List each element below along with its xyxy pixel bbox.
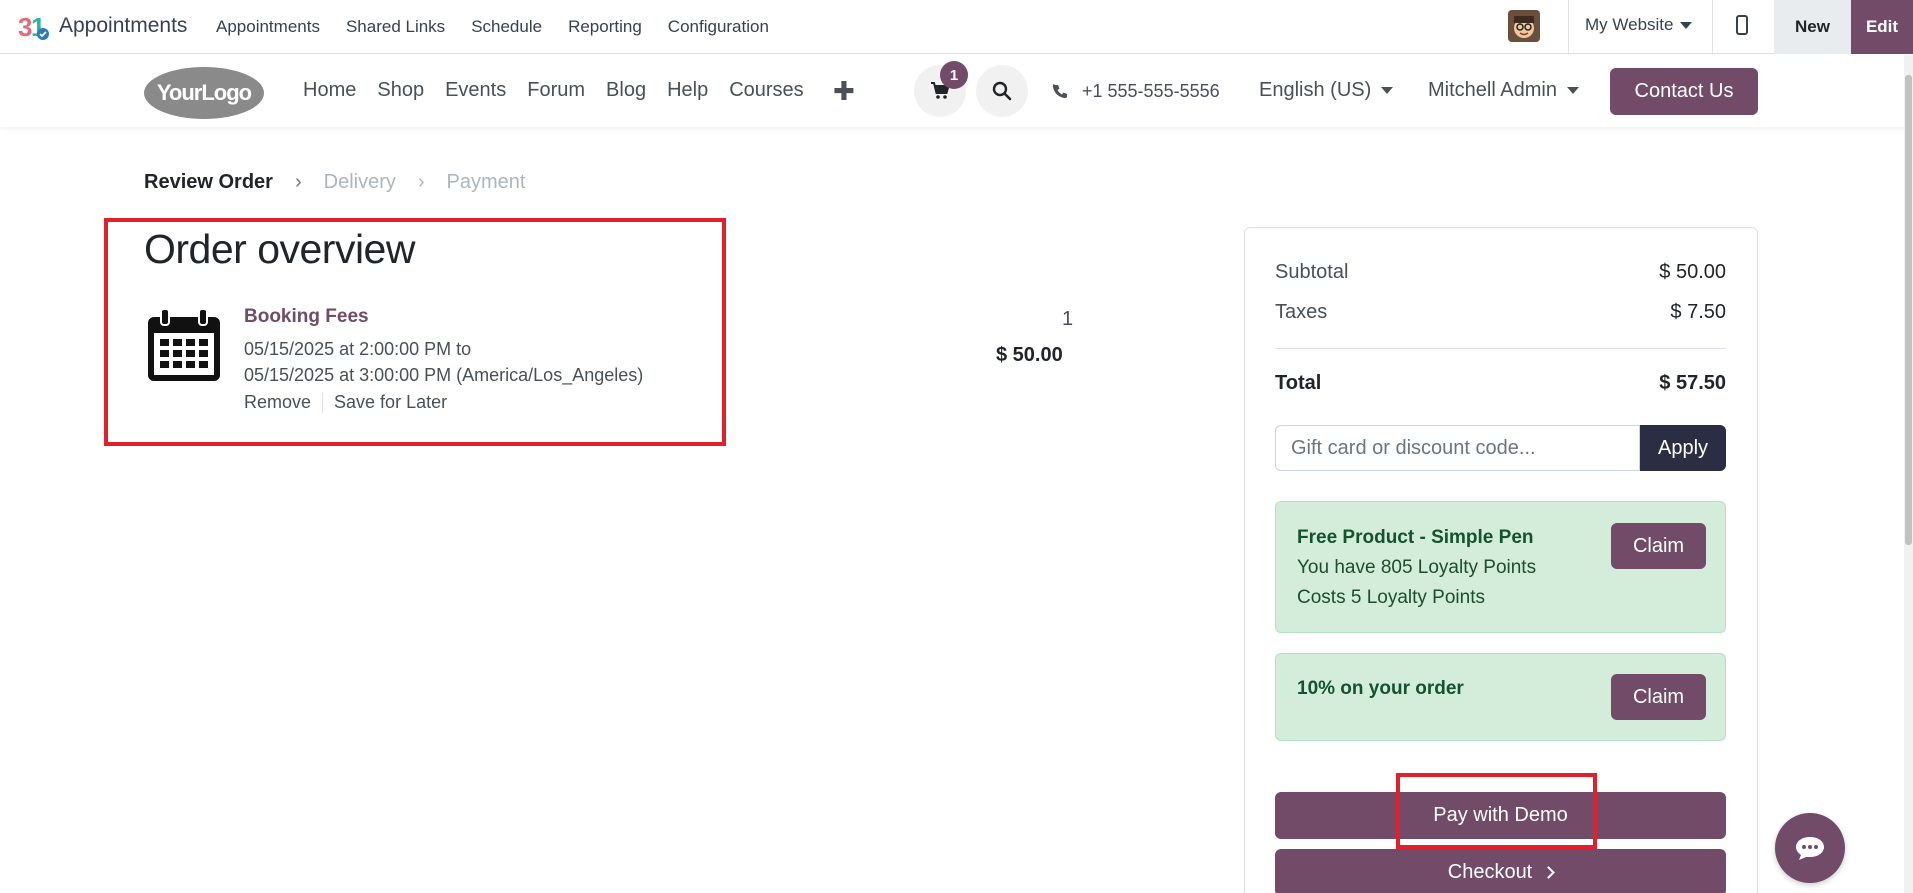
caret-down-icon — [1381, 87, 1394, 95]
claim-button[interactable]: Claim — [1611, 523, 1706, 569]
nav-home[interactable]: Home — [303, 79, 356, 102]
nav-courses[interactable]: Courses — [729, 79, 803, 102]
menu-configuration[interactable]: Configuration — [668, 17, 769, 37]
chevron-right-icon: › — [294, 171, 302, 193]
search-icon — [992, 81, 1012, 101]
taxes-label: Taxes — [1275, 301, 1328, 323]
language-selector[interactable]: English (US) — [1259, 79, 1394, 102]
divider — [1568, 0, 1569, 54]
claim-button[interactable]: Claim — [1611, 674, 1706, 720]
step-payment: Payment — [446, 171, 526, 193]
phone-link[interactable]: +1 555-555-5556 — [1052, 81, 1220, 102]
add-menu-plus-icon[interactable]: ✚ — [833, 76, 855, 107]
divider — [1712, 0, 1713, 54]
user-name: Mitchell Admin — [1428, 79, 1557, 101]
nav-help[interactable]: Help — [667, 79, 708, 102]
menu-reporting[interactable]: Reporting — [568, 17, 642, 37]
checkout-button[interactable]: Checkout — [1275, 849, 1726, 893]
chevron-right-icon: › — [417, 171, 425, 193]
total-value: $ 57.50 — [1659, 372, 1726, 394]
step-review-order: Review Order — [144, 171, 273, 193]
search-button[interactable] — [976, 65, 1028, 117]
subtotal-label: Subtotal — [1275, 261, 1349, 283]
nav-links: Home Shop Events Forum Blog Help Courses — [303, 79, 825, 102]
avatar-face-icon — [1508, 10, 1540, 42]
scrollbar-thumb[interactable] — [1905, 75, 1912, 545]
contact-us-button[interactable]: Contact Us — [1610, 68, 1758, 115]
reward-title: Free Product - Simple Pen — [1297, 527, 1534, 548]
menu-schedule[interactable]: Schedule — [471, 17, 542, 37]
nav-forum[interactable]: Forum — [527, 79, 585, 102]
taxes-row: Taxes $ 7.50 — [1275, 301, 1726, 324]
chevron-right-icon — [1542, 866, 1556, 879]
checkout-label: Checkout — [1447, 861, 1533, 883]
reward-points-balance: You have 805 Loyalty Points — [1297, 557, 1537, 578]
nav-events[interactable]: Events — [445, 79, 506, 102]
discount-code-input[interactable]: Gift card or discount code... — [1275, 425, 1640, 471]
highlight-box — [1396, 773, 1597, 849]
checkout-steps: Review Order › Delivery › Payment — [144, 171, 525, 194]
menu-shared-links[interactable]: Shared Links — [346, 17, 445, 37]
quantity-value: 1 — [1062, 308, 1074, 330]
caret-down-icon — [1566, 87, 1579, 95]
site-logo[interactable]: YourLogo — [144, 67, 264, 119]
user-menu[interactable]: Mitchell Admin — [1428, 79, 1579, 102]
subtotal-row: Subtotal $ 50.00 — [1275, 261, 1726, 284]
chat-icon — [1796, 837, 1824, 860]
menu-appointments[interactable]: Appointments — [216, 17, 320, 37]
phone-icon — [1052, 83, 1067, 98]
live-chat-button[interactable] — [1775, 813, 1845, 883]
user-avatar[interactable] — [1508, 10, 1540, 42]
admin-menu: Appointments Shared Links Schedule Repor… — [216, 0, 795, 54]
app-title[interactable]: Appointments — [59, 14, 187, 38]
line-price: $ 50.00 — [996, 344, 1063, 366]
caret-down-icon — [1679, 22, 1692, 30]
edit-button[interactable]: Edit — [1851, 0, 1913, 54]
total-label: Total — [1275, 372, 1322, 394]
highlight-box — [104, 218, 726, 446]
reward-card-discount: 10% on your order Claim — [1275, 653, 1726, 741]
step-delivery: Delivery — [323, 171, 396, 193]
cart-count-badge: 1 — [940, 61, 968, 89]
reward-points-cost: Costs 5 Loyalty Points — [1297, 587, 1485, 608]
website-selector-label: My Website — [1585, 15, 1674, 34]
phone-number: +1 555-555-5556 — [1082, 81, 1220, 101]
website-selector[interactable]: My Website — [1585, 15, 1692, 35]
reward-title: 10% on your order — [1297, 678, 1464, 699]
new-button[interactable]: New — [1774, 0, 1851, 54]
subtotal-value: $ 50.00 — [1659, 261, 1726, 283]
taxes-value: $ 7.50 — [1670, 301, 1726, 323]
appointments-app-icon[interactable]: 3 1 — [18, 12, 50, 42]
total-row: Total $ 57.50 — [1275, 372, 1726, 395]
reward-card-free-product: Free Product - Simple Pen You have 805 L… — [1275, 501, 1726, 633]
mobile-preview-icon[interactable] — [1736, 15, 1748, 35]
apply-button[interactable]: Apply — [1640, 425, 1726, 471]
divider — [1275, 348, 1726, 349]
website-navbar: YourLogo Home Shop Events Forum Blog Hel… — [0, 55, 1913, 127]
language-label: English (US) — [1259, 79, 1372, 101]
nav-shop[interactable]: Shop — [377, 79, 424, 102]
nav-blog[interactable]: Blog — [606, 79, 646, 102]
admin-bar: 3 1 Appointments Appointments Shared Lin… — [0, 0, 1913, 54]
